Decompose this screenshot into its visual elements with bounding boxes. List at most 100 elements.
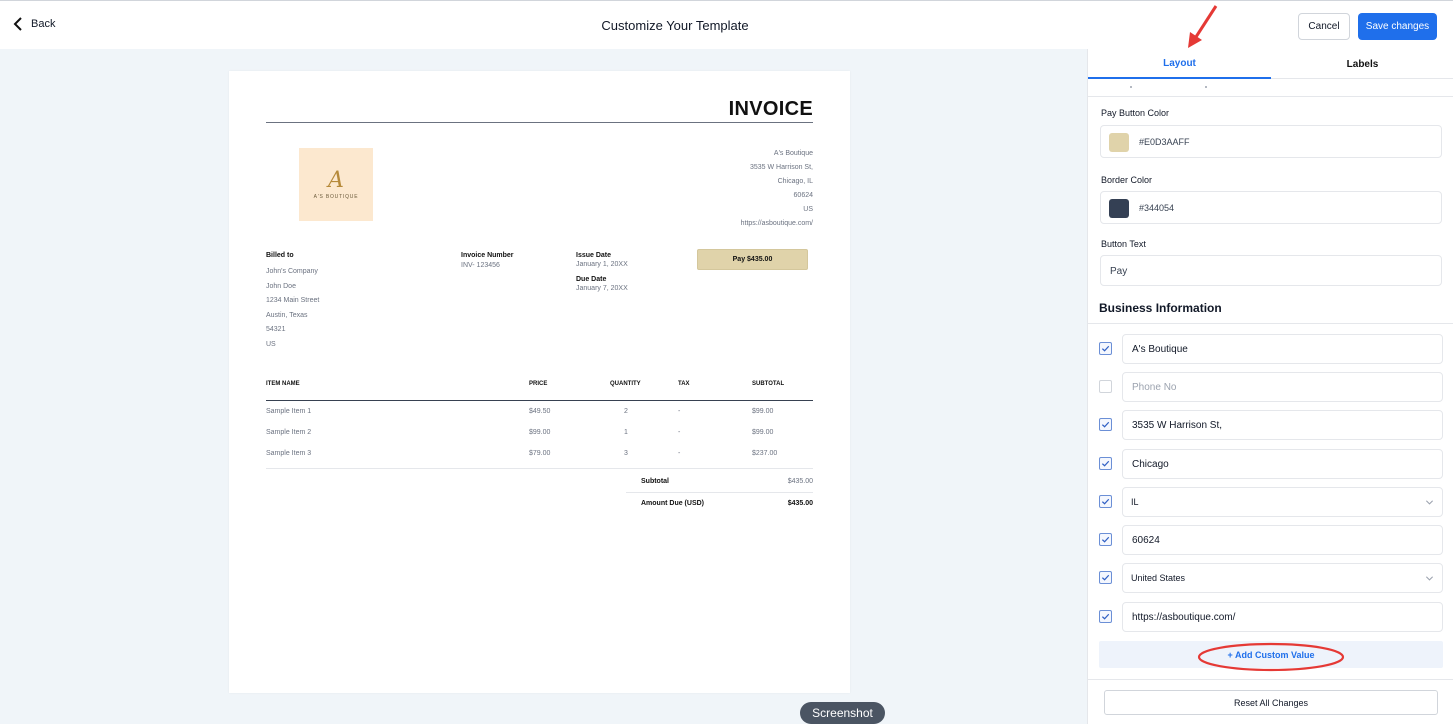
col-price: PRICE <box>529 381 548 387</box>
page-title: Customize Your Template <box>601 18 749 33</box>
checkmark-icon <box>1101 613 1110 620</box>
item-price: $79.00 <box>529 450 551 457</box>
amount-due-value: $435.00 <box>787 500 813 507</box>
pay-button-color-label: Pay Button Color <box>1101 108 1170 118</box>
item-subtotal: $99.00 <box>752 429 774 436</box>
button-text-input[interactable]: Pay <box>1100 255 1442 286</box>
pay-button-color-field[interactable]: #E0D3AAFF <box>1100 125 1442 158</box>
logo-monogram: A <box>328 167 344 193</box>
invoice-number-label: Invoice Number <box>461 252 514 259</box>
scrolled-content-edge <box>1088 80 1453 97</box>
totals-block: Subtotal $435.00 Amount Due (USD) $435.0… <box>626 471 813 515</box>
border-color-value: #344054 <box>1139 203 1175 213</box>
checkmark-icon <box>1101 345 1110 352</box>
field-checkbox[interactable] <box>1099 418 1112 431</box>
address-line: 60624 <box>793 191 813 199</box>
billed-to-line: John Doe <box>266 282 296 290</box>
subtotal-value: $435.00 <box>787 478 813 485</box>
items-table: ITEM NAME PRICE QUANTITY TAX SUBTOTAL Sa… <box>266 381 813 469</box>
item-quantity: 2 <box>624 408 628 415</box>
cancel-button[interactable]: Cancel <box>1298 13 1350 40</box>
field-checkbox[interactable] <box>1099 342 1112 355</box>
annotation-arrow-icon <box>1188 5 1218 48</box>
items-table-header: ITEM NAME PRICE QUANTITY TAX SUBTOTAL <box>266 381 813 401</box>
title-divider <box>266 122 813 123</box>
table-row: Sample Item 2 $99.00 1 - $99.00 <box>266 422 813 443</box>
street-address-input[interactable]: 3535 W Harrison St, <box>1122 410 1443 440</box>
item-quantity: 1 <box>624 429 628 436</box>
panel-tabs: Layout Labels <box>1088 49 1453 79</box>
table-end-divider <box>266 468 813 469</box>
border-color-field[interactable]: #344054 <box>1100 191 1442 224</box>
add-custom-value-button[interactable]: + Add Custom Value <box>1099 641 1443 668</box>
amount-due-row: Amount Due (USD) $435.00 <box>626 493 813 515</box>
item-subtotal: $237.00 <box>752 450 778 457</box>
business-field-row: IL <box>1088 487 1453 517</box>
dates-block: Issue Date January 1, 20XX Due Date Janu… <box>576 252 628 292</box>
checkmark-icon <box>1101 536 1110 543</box>
field-checkbox[interactable] <box>1099 571 1112 584</box>
billed-to-block: Billed to John's Company John Doe 1234 M… <box>266 252 319 353</box>
button-text-label: Button Text <box>1101 239 1146 249</box>
field-checkbox[interactable] <box>1099 610 1112 623</box>
business-field-row: A's Boutique <box>1088 334 1453 364</box>
due-date-label: Due Date <box>576 276 607 283</box>
chevron-down-icon <box>1425 500 1434 505</box>
business-field-row: United States <box>1088 563 1453 593</box>
item-tax: - <box>678 429 681 436</box>
field-checkbox[interactable] <box>1099 380 1112 393</box>
save-changes-button[interactable]: Save changes <box>1358 13 1437 40</box>
field-checkbox[interactable] <box>1099 457 1112 470</box>
checkmark-icon <box>1101 421 1110 428</box>
city-input[interactable]: Chicago <box>1122 449 1443 479</box>
pay-color-value: #E0D3AAFF <box>1139 137 1190 147</box>
tab-layout[interactable]: Layout <box>1088 49 1271 79</box>
billed-to-line: John's Company <box>266 268 318 275</box>
state-select[interactable]: IL <box>1122 487 1443 517</box>
billed-to-line: Austin, Texas <box>266 311 308 319</box>
invoice-number-block: Invoice Number INV- 123456 <box>461 252 514 269</box>
item-price: $49.50 <box>529 408 551 415</box>
logo-brand-text: A'S BOUTIQUE <box>313 193 359 200</box>
checkmark-icon <box>1101 460 1110 467</box>
border-color-label: Border Color <box>1101 175 1153 185</box>
table-row: Sample Item 3 $79.00 3 - $237.00 <box>266 443 813 464</box>
business-info-title: Business Information <box>1099 301 1222 315</box>
amount-due-label: Amount Due (USD) <box>641 500 704 507</box>
due-date-value: January 7, 20XX <box>576 285 628 292</box>
item-tax: - <box>678 408 681 415</box>
field-checkbox[interactable] <box>1099 495 1112 508</box>
state-select-value: IL <box>1131 497 1139 507</box>
item-subtotal: $99.00 <box>752 408 774 415</box>
country-select-value: United States <box>1131 573 1186 583</box>
billed-to-line: US <box>266 340 276 348</box>
reset-all-changes-button[interactable]: Reset All Changes <box>1104 690 1438 715</box>
table-row: Sample Item 1 $49.50 2 - $99.00 <box>266 401 813 422</box>
col-item-name: ITEM NAME <box>266 381 300 387</box>
website-input[interactable]: https://asboutique.com/ <box>1122 602 1443 632</box>
item-price: $99.00 <box>529 429 551 436</box>
business-field-row: Chicago <box>1088 449 1453 479</box>
item-name: Sample Item 3 <box>266 450 312 457</box>
zip-input[interactable]: 60624 <box>1122 525 1443 555</box>
business-address: A's Boutique 3535 W Harrison St, Chicago… <box>741 147 813 230</box>
billed-to-line: 1234 Main Street <box>266 297 320 305</box>
address-line: 3535 W Harrison St, <box>749 163 813 171</box>
col-subtotal: SUBTOTAL <box>752 381 785 387</box>
chevron-down-icon <box>1425 576 1434 581</box>
country-select[interactable]: United States <box>1122 563 1443 593</box>
phone-input[interactable]: Phone No <box>1122 372 1443 402</box>
checkmark-icon <box>1101 498 1110 505</box>
business-field-row: 3535 W Harrison St, <box>1088 410 1453 440</box>
item-quantity: 3 <box>624 450 628 457</box>
footer-divider <box>1088 679 1453 680</box>
top-bar: Back Customize Your Template Cancel Save… <box>0 0 1453 49</box>
checkmark-icon <box>1101 574 1110 581</box>
field-checkbox[interactable] <box>1099 533 1112 546</box>
border-color-swatch[interactable] <box>1109 199 1129 218</box>
pay-color-swatch[interactable] <box>1109 133 1129 152</box>
business-field-row: https://asboutique.com/ <box>1088 602 1453 632</box>
tab-labels[interactable]: Labels <box>1271 49 1453 79</box>
preview-canvas: INVOICE A A'S BOUTIQUE A's Boutique 3535… <box>0 49 1087 724</box>
business-name-input[interactable]: A's Boutique <box>1122 334 1443 364</box>
